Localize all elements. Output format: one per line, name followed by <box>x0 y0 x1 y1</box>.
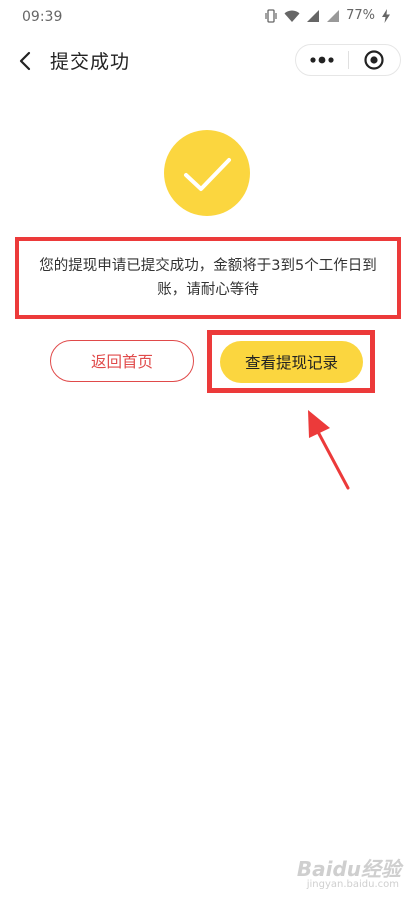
success-check-icon <box>164 130 250 216</box>
view-withdraw-records-button[interactable]: 查看提现记录 <box>220 341 363 383</box>
nav-bar: 提交成功 <box>0 36 413 86</box>
more-button[interactable] <box>296 45 348 75</box>
back-button[interactable] <box>12 47 40 75</box>
vibrate-icon <box>264 8 278 23</box>
baidu-watermark: Baidu经验 jingyan.baidu.com <box>291 853 401 895</box>
signal-icon-2 <box>326 9 340 23</box>
target-close-icon <box>364 50 385 70</box>
status-bar: 09:39 77% <box>0 0 413 34</box>
charging-icon <box>381 8 391 23</box>
chevron-left-icon <box>19 51 31 71</box>
success-message: 您的提现申请已提交成功，金额将于3到5个工作日到账，请耐心等待 <box>39 258 377 298</box>
wifi-icon <box>284 9 300 23</box>
watermark-url: jingyan.baidu.com <box>306 879 399 890</box>
more-dots-icon <box>310 56 334 64</box>
mini-program-capsule <box>295 44 401 76</box>
page: 09:39 77% 提交成功 您的提现申请已提交成功，金额将于3到5个工作日到账… <box>0 0 413 901</box>
page-title: 提交成功 <box>50 51 131 73</box>
back-to-home-button[interactable]: 返回首页 <box>50 340 194 382</box>
status-time: 09:39 <box>22 9 63 25</box>
annotation-arrow-icon <box>300 408 356 498</box>
status-icons: 77% <box>264 8 391 23</box>
battery-level: 77% <box>346 8 375 23</box>
message-highlight-frame: 您的提现申请已提交成功，金额将于3到5个工作日到账，请耐心等待 <box>15 237 401 319</box>
close-mini-program-button[interactable] <box>349 45 400 75</box>
signal-icon <box>306 9 320 23</box>
watermark-brand: Baidu经验 <box>296 857 401 881</box>
